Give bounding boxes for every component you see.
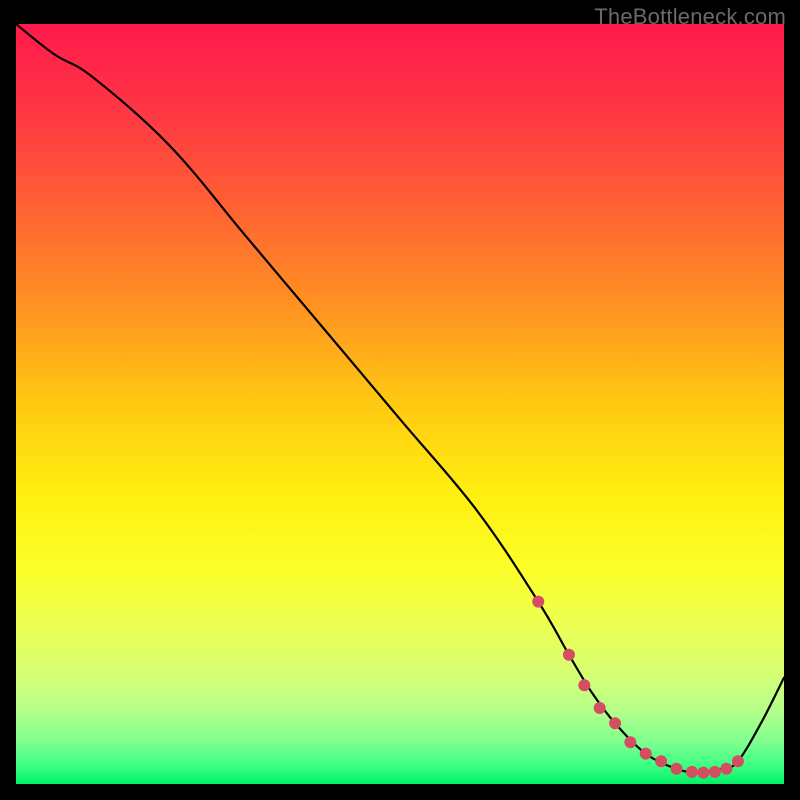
marker-dot [563, 649, 575, 661]
marker-dot [670, 763, 682, 775]
marker-dot [578, 679, 590, 691]
chart-stage: TheBottleneck.com [0, 0, 800, 800]
marker-dot [594, 702, 606, 714]
gradient-background [16, 24, 784, 784]
marker-dot [609, 717, 621, 729]
marker-dot [709, 766, 721, 778]
plot-area [16, 24, 784, 784]
marker-dot [655, 755, 667, 767]
marker-dot [686, 766, 698, 778]
marker-dot [624, 736, 636, 748]
marker-dot [732, 755, 744, 767]
marker-dot [697, 767, 709, 779]
marker-dot [720, 763, 732, 775]
marker-dot [640, 748, 652, 760]
marker-dot [532, 596, 544, 608]
plot-svg [16, 24, 784, 784]
